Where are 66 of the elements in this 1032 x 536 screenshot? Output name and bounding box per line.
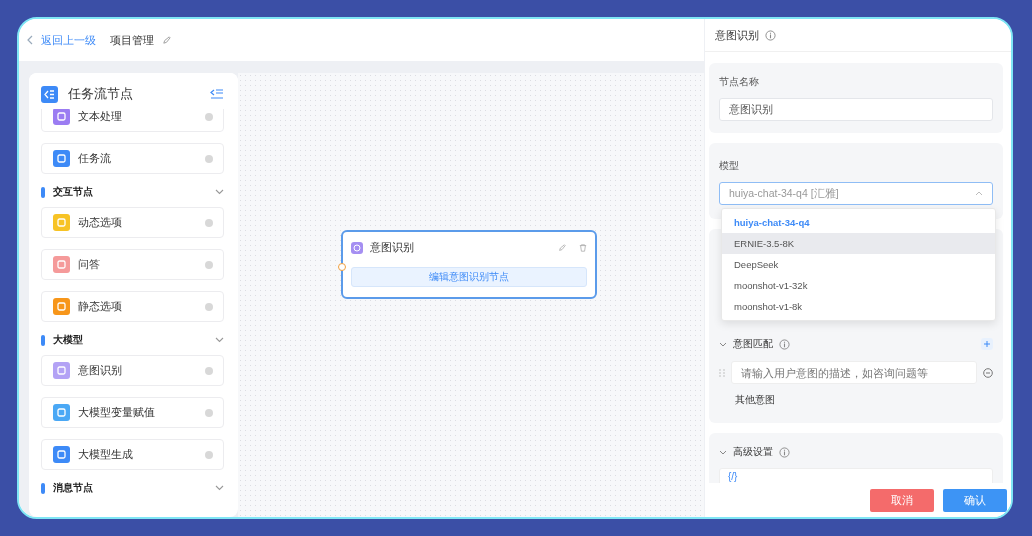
chevron-down-icon[interactable] [215,189,224,195]
drag-dot-icon[interactable] [205,366,213,375]
chevron-down-icon[interactable] [215,337,224,343]
drag-dot-icon[interactable] [205,450,213,459]
flow-node-icon [41,85,58,103]
edit-icon[interactable] [558,243,566,252]
node-type-label: 文本处理 [78,109,123,124]
model-option[interactable]: moonshot-v1-8k [722,296,995,317]
drag-dot-icon[interactable] [205,260,213,269]
drag-dot-icon[interactable] [205,112,213,121]
group-title: 交互节点 [53,185,93,199]
field-label: 模型 [719,159,740,173]
group-title: 消息节点 [53,481,93,495]
other-intent-label: 其他意图 [734,394,776,407]
node-type-label: 意图识别 [78,363,123,378]
node-type-item[interactable]: 任务流 [41,143,224,174]
node-type-label: 大模型变量赋值 [78,405,156,420]
node-type-item[interactable]: 动态选项 [41,207,224,238]
connection-port[interactable] [338,263,346,271]
node-type-label: 大模型生成 [78,447,134,462]
chevron-down-icon[interactable] [719,449,727,455]
delete-icon[interactable] [579,243,587,252]
project-title: 项目管理 [110,32,154,48]
drag-dot-icon[interactable] [205,218,213,227]
section-title: 高级设置 [733,445,773,459]
chevron-down-icon[interactable] [719,341,727,347]
model-option[interactable]: ERNIE-3.5-8K [722,233,995,254]
node-type-item[interactable]: 大模型变量赋值 [41,397,224,428]
intent-icon [351,241,363,254]
palette-title: 任务流节点 [68,85,134,103]
info-icon [779,446,790,458]
field-label: 节点名称 [719,75,760,89]
collapse-icon[interactable] [210,88,224,100]
model-option[interactable]: huiya-chat-34-q4 [722,212,995,233]
intent-field[interactable]: 请输入用户意图的描述，如咨询问题等 [731,361,977,384]
node-type-item[interactable]: 文本处理 [41,109,224,132]
node-type-label: 动态选项 [78,215,123,230]
info-icon [779,338,790,350]
node-title: 意图识别 [370,240,415,255]
drag-handle-icon[interactable] [719,368,725,377]
add-icon[interactable] [981,338,993,350]
group-title: 大模型 [53,333,83,347]
code-text: {/} [728,471,738,482]
info-icon [765,29,776,41]
node-type-item[interactable]: 静态选项 [41,291,224,322]
back-icon[interactable] [27,35,33,45]
node-name-field[interactable]: 意图识别 [719,98,993,121]
node-type-label: 任务流 [78,151,112,166]
node-type-label: 问答 [78,257,101,272]
model-option[interactable]: DeepSeek [722,254,995,275]
caret-icon [975,191,983,196]
pencil-icon[interactable] [162,35,171,45]
chevron-down-icon[interactable] [215,485,224,491]
model-option[interactable]: moonshot-v1-32k [722,275,995,296]
flow-node[interactable]: 意图识别 编辑意图识别节点 [341,230,597,299]
remove-icon[interactable] [983,367,993,378]
back-link[interactable]: 返回上一级 [41,32,96,48]
panel-title: 意图识别 [715,27,759,43]
node-type-item[interactable]: 问答 [41,249,224,280]
node-type-item[interactable]: 意图识别 [41,355,224,386]
node-type-label: 静态选项 [78,299,123,314]
drag-dot-icon[interactable] [205,408,213,417]
drag-dot-icon[interactable] [205,154,213,163]
node-type-item[interactable]: 大模型生成 [41,439,224,470]
section-title: 意图匹配 [733,337,773,351]
drag-dot-icon[interactable] [205,302,213,311]
